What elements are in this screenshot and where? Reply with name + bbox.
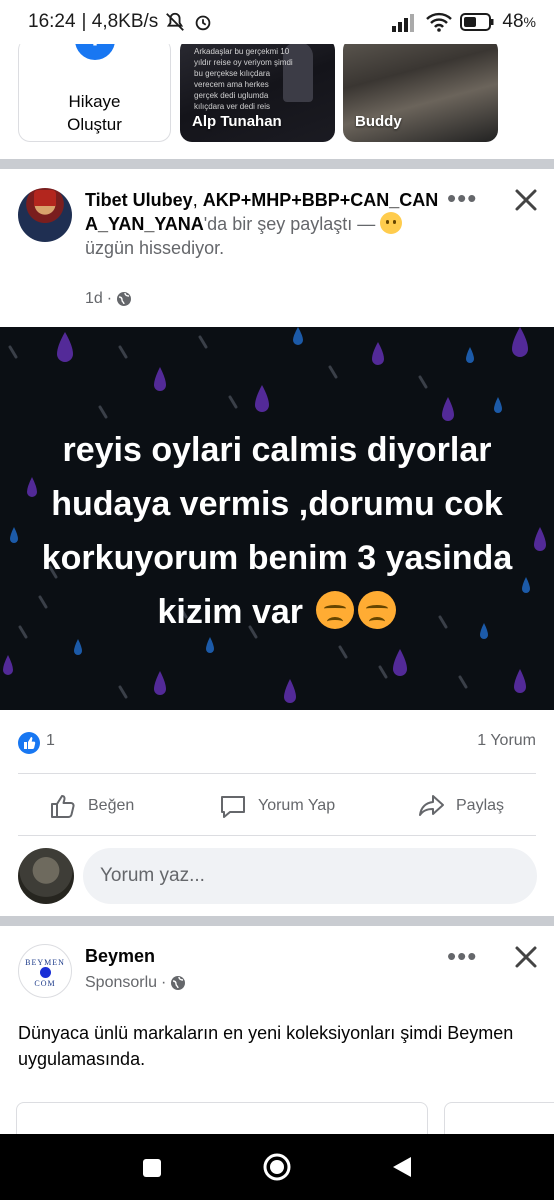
disappointed-face-emoji-icon — [316, 591, 355, 629]
globe-icon — [171, 976, 186, 990]
story-author: Buddy — [355, 113, 402, 130]
post-meta: 1d · — [85, 290, 132, 308]
avatar[interactable] — [18, 188, 72, 242]
sad-face-emoji-icon — [380, 212, 403, 234]
divider-line — [18, 773, 536, 774]
network-speed: | 4,8KB/s — [81, 11, 159, 32]
comment-composer: Yorum yaz... — [0, 846, 554, 908]
globe-icon — [117, 292, 132, 306]
comment-bubble-icon — [221, 796, 245, 818]
story-card[interactable]: Buddy — [343, 38, 498, 142]
sponsored-label: Sponsorlu — [85, 974, 158, 991]
story-overlay-text: Arkadaşlar bu gerçekmi 10 yıldır reise o… — [194, 47, 293, 111]
more-options-icon[interactable]: ••• — [447, 943, 477, 969]
section-divider — [0, 916, 554, 926]
like-reaction-icon — [18, 732, 40, 754]
post-author-line: Tibet Ulubey, AKP+MHP+BBP+CAN_CANA_YAN_Y… — [85, 190, 439, 258]
share-arrow-icon — [419, 795, 444, 816]
reaction-count[interactable]: 1 — [46, 732, 55, 750]
reactions-row[interactable]: 1 1 Yorum — [0, 728, 554, 758]
battery-icon — [460, 13, 494, 31]
feeling-text: üzgün hissediyor. — [85, 238, 225, 258]
more-options-icon[interactable]: ••• — [447, 185, 477, 211]
like-button[interactable]: Beğen — [48, 780, 134, 832]
comment-button[interactable]: Yorum Yap — [218, 780, 335, 832]
post-header: Tibet Ulubey, AKP+MHP+BBP+CAN_CANA_YAN_Y… — [0, 182, 554, 322]
back-button[interactable] — [391, 1155, 413, 1179]
avatar — [18, 848, 74, 904]
system-navigation-bar — [0, 1134, 554, 1200]
post-image-text: reyis oylari calmis diyorlar hudaya verm… — [41, 431, 513, 631]
disappointed-face-emoji-icon — [358, 591, 397, 629]
battery-level: 48% — [502, 11, 536, 32]
alarm-icon — [195, 15, 211, 31]
sponsored-post-header: BEYMEN COM Beymen Sponsorlu · ••• — [0, 938, 554, 1008]
wifi-icon — [426, 12, 453, 32]
story-card[interactable]: Arkadaşlar bu gerçekmi 10 yıldır reise o… — [180, 38, 335, 142]
post-actions: Beğen Yorum Yap Paylaş — [0, 780, 554, 832]
post-image[interactable]: reyis oylari calmis diyorlar hudaya verm… — [0, 327, 554, 710]
story-author: Alp Tunahan — [192, 113, 282, 130]
sponsor-name[interactable]: Beymen — [85, 946, 155, 967]
author-name[interactable]: Tibet Ulubey — [85, 190, 193, 210]
thumbs-up-icon — [51, 795, 75, 818]
create-story-label: Hikaye Oluştur — [67, 92, 122, 134]
comment-input[interactable]: Yorum yaz... — [83, 848, 537, 904]
comment-count[interactable]: 1 Yorum — [477, 732, 536, 750]
signal-icon — [392, 14, 415, 32]
close-icon[interactable] — [513, 944, 539, 970]
post-time[interactable]: 1d — [85, 290, 103, 308]
divider-line — [18, 835, 536, 836]
section-divider — [0, 159, 554, 169]
recents-button[interactable] — [142, 1158, 162, 1178]
logo-dot — [40, 967, 51, 978]
create-story-card[interactable]: + Hikaye Oluştur — [18, 38, 171, 142]
share-button[interactable]: Paylaş — [416, 780, 504, 832]
avatar[interactable]: BEYMEN COM — [18, 944, 72, 998]
stories-strip: + Hikaye Oluştur Arkadaşlar bu gerçekmi … — [0, 38, 554, 148]
clock: 16:24 — [28, 11, 76, 32]
status-bar: 16:24 | 4,8KB/s 48% — [0, 0, 554, 44]
sponsored-text: Dünyaca ünlü markaların en yeni koleksiy… — [18, 1023, 514, 1069]
mute-bell-icon — [166, 12, 185, 31]
home-button[interactable] — [262, 1152, 292, 1182]
sponsor-meta: Sponsorlu · — [85, 974, 186, 992]
close-icon[interactable] — [513, 187, 539, 213]
